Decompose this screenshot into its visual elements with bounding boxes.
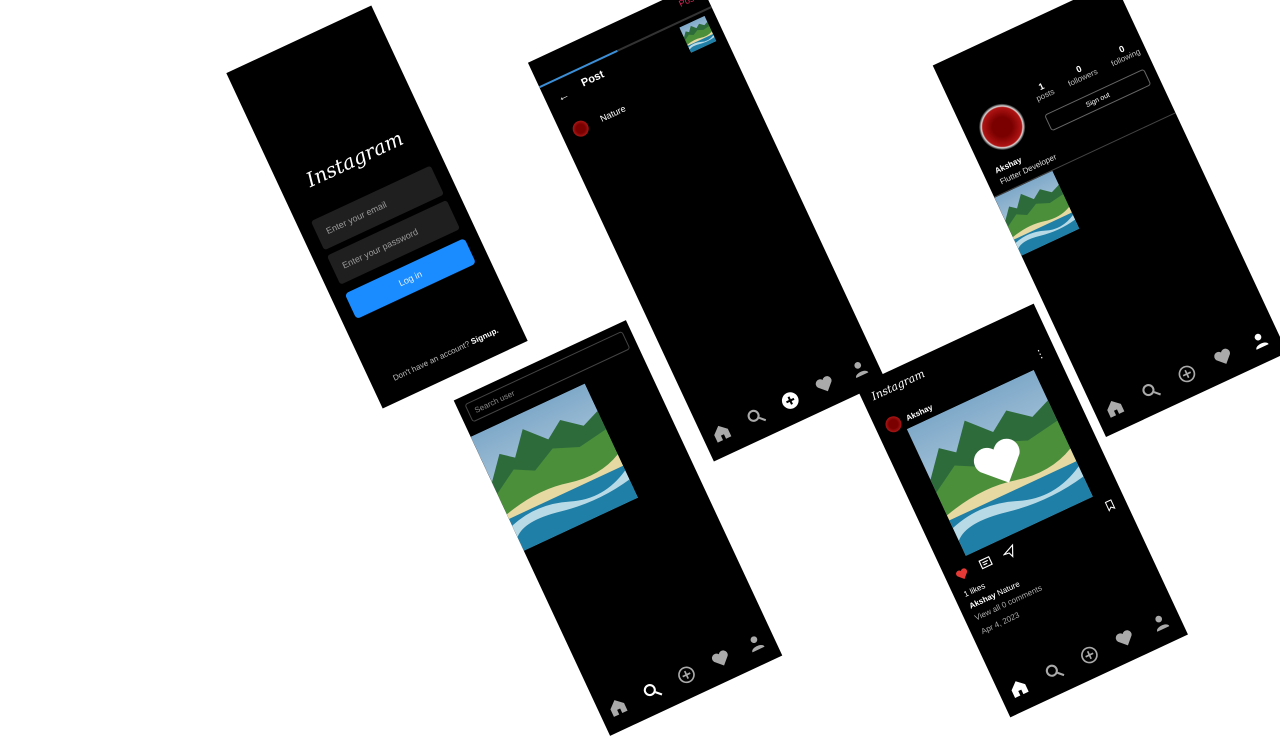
page-title: Post [579, 68, 607, 90]
search-icon[interactable] [740, 401, 772, 433]
heart-icon[interactable] [705, 643, 737, 675]
heart-icon[interactable] [953, 565, 972, 584]
send-icon[interactable] [1000, 543, 1019, 562]
posts-stat: 1 posts [1031, 78, 1056, 103]
person-icon[interactable] [739, 627, 771, 659]
bottom-nav [694, 340, 886, 462]
signup-prompt-text: Don't have an account? [391, 339, 472, 383]
add-circle-icon[interactable] [774, 385, 806, 417]
home-icon[interactable] [705, 417, 737, 449]
add-circle-icon[interactable] [671, 659, 703, 691]
upload-progress-fill [538, 50, 618, 89]
search-icon[interactable] [636, 675, 668, 707]
home-icon[interactable] [602, 691, 634, 723]
search-icon[interactable] [1038, 656, 1070, 688]
home-icon[interactable] [1098, 392, 1130, 424]
caption-row: Nature [570, 101, 628, 140]
back-arrow-icon[interactable]: ← [555, 87, 572, 105]
signup-link[interactable]: Signup. [469, 326, 499, 347]
bottom-nav [1087, 311, 1280, 437]
following-stat[interactable]: 0 following [1106, 38, 1142, 68]
add-circle-icon[interactable] [1171, 358, 1203, 390]
bottom-nav [991, 593, 1188, 718]
person-icon[interactable] [1144, 606, 1176, 638]
post-image[interactable] [881, 358, 1118, 568]
bookmark-icon[interactable] [1102, 496, 1119, 514]
upload-progress-bar [538, 6, 712, 89]
caption-text[interactable]: Nature [599, 103, 628, 123]
heart-icon[interactable] [1207, 341, 1239, 373]
bottom-nav [591, 614, 783, 736]
heart-icon[interactable] [1109, 623, 1141, 655]
comment-icon[interactable] [977, 554, 996, 573]
heart-icon[interactable] [809, 369, 841, 401]
search-icon[interactable] [1135, 375, 1167, 407]
avatar [570, 117, 592, 140]
add-circle-icon[interactable] [1073, 639, 1105, 671]
followers-stat[interactable]: 0 followers [1062, 58, 1099, 88]
more-options-icon[interactable]: ⋮ [1032, 346, 1048, 363]
login-screen: Instagram Enter your email Enter your pa… [226, 5, 528, 409]
selected-image-thumbnail [679, 16, 716, 53]
post-button[interactable]: Post [677, 0, 698, 9]
home-icon[interactable] [1002, 672, 1034, 704]
profile-avatar [971, 96, 1033, 158]
person-icon[interactable] [1243, 324, 1275, 356]
